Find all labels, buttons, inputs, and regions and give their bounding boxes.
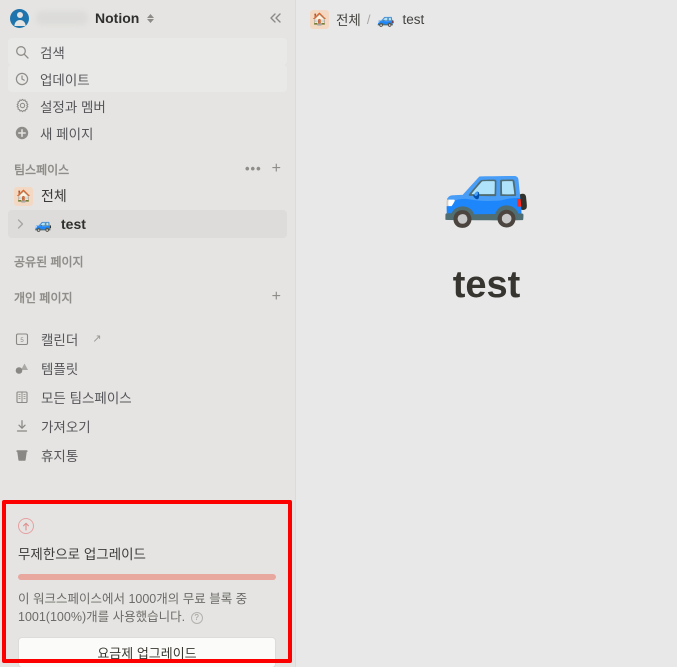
sidebar-item-all-teamspaces[interactable]: 모든 팀스페이스 (8, 382, 287, 411)
teamspace-section-header: 팀스페이스 ••• + (0, 156, 295, 182)
shared-pages-section-header: 공유된 페이지 (0, 248, 295, 274)
sidebar-item-label: 새 페이지 (40, 126, 94, 142)
breadcrumb-current-label: test (402, 11, 425, 27)
sidebar-item-label: 설정과 멤버 (40, 99, 106, 115)
breadcrumb-current[interactable]: 🚙 test (376, 11, 424, 28)
breadcrumb-root-label: 전체 (336, 13, 361, 28)
page-header-block: 🚙 test (296, 150, 677, 307)
chevron-right-icon[interactable] (14, 219, 26, 229)
sidebar-item-templates[interactable]: 템플릿 (8, 353, 287, 382)
main-content: 🏠 전체 / 🚙 test 🚙 test (296, 0, 677, 667)
sidebar-item-new-page[interactable]: 새 페이지 (8, 119, 287, 146)
question-circle-icon[interactable]: ? (190, 612, 203, 624)
car-emoji-icon: 🚙 (377, 10, 395, 27)
sidebar-item-import[interactable]: 가져오기 (8, 411, 287, 440)
templates-icon (14, 361, 30, 375)
page-car-emoji-icon[interactable]: 🚙 (442, 150, 532, 228)
utility-nav: 5 캘린더 ↗ 템플릿 모든 팀스페이스 가져오기 휴지통 (0, 324, 295, 469)
svg-text:5: 5 (20, 338, 24, 344)
chevron-up-down-icon (147, 13, 155, 23)
gear-icon (14, 98, 30, 114)
sidebar-item-label: 검색 (40, 45, 65, 61)
sidebar-page-all[interactable]: 🏠 전체 (8, 182, 287, 210)
sidebar-page-test[interactable]: 🚙 test (8, 210, 287, 238)
breadcrumb-separator: / (366, 11, 371, 27)
page-label: 전체 (41, 188, 67, 204)
plus-circle-icon (14, 125, 30, 141)
sidebar-item-label: 템플릿 (41, 361, 79, 377)
house-emoji-icon: 🏠 (14, 186, 33, 206)
building-icon (14, 390, 30, 404)
upgrade-banner: 무제한으로 업그레이드 이 워크스페이스에서 1000개의 무료 블록 중 10… (8, 508, 286, 667)
sidebar-item-label: 캘린더 (41, 332, 79, 348)
block-usage-text: 이 워크스페이스에서 1000개의 무료 블록 중 1001(100%)개를 사… (18, 590, 276, 626)
page-label: test (61, 216, 86, 232)
workspace-name-redacted (36, 11, 88, 25)
private-pages-section-header: 개인 페이지 + (0, 284, 295, 310)
notion-app-window: Notion 검색 업데이트 설정과 멤버 새 페이지 팀스페이스 ••• + … (0, 0, 677, 667)
house-emoji-icon: 🏠 (310, 9, 329, 29)
sidebar-item-label: 가져오기 (41, 419, 91, 435)
sidebar-item-label: 휴지통 (41, 448, 79, 464)
breadcrumb: 🏠 전체 / 🚙 test (296, 0, 677, 38)
external-link-icon: ↗ (92, 333, 102, 345)
breadcrumb-root[interactable]: 🏠 전체 (310, 9, 361, 29)
clock-icon (14, 71, 30, 87)
sidebar-item-label: 업데이트 (40, 72, 90, 88)
block-usage-progress-bar (18, 574, 276, 580)
shared-pages-label: 공유된 페이지 (14, 254, 84, 269)
import-icon (14, 419, 30, 433)
circle-up-arrow-icon (18, 518, 34, 534)
sidebar-item-calendar[interactable]: 5 캘린더 ↗ (8, 324, 287, 353)
sidebar-item-updates[interactable]: 업데이트 (8, 65, 287, 92)
sidebar-item-search[interactable]: 검색 (8, 38, 287, 65)
page-title[interactable]: test (453, 264, 521, 307)
workspace-name: Notion (95, 10, 140, 26)
private-pages-label: 개인 페이지 (14, 290, 73, 305)
ellipsis-icon[interactable]: ••• (245, 162, 262, 175)
sidebar-item-settings-members[interactable]: 설정과 멤버 (8, 92, 287, 119)
add-private-page-button[interactable]: + (272, 289, 281, 305)
sidebar: Notion 검색 업데이트 설정과 멤버 새 페이지 팀스페이스 ••• + … (0, 0, 296, 667)
add-teamspace-button[interactable]: + (272, 161, 281, 177)
upgrade-plan-button[interactable]: 요금제 업그레이드 (18, 637, 276, 667)
sidebar-item-label: 모든 팀스페이스 (41, 390, 132, 406)
workspace-switcher[interactable]: Notion (0, 0, 295, 36)
block-usage-message: 이 워크스페이스에서 1000개의 무료 블록 중 1001(100%)개를 사… (18, 592, 248, 624)
teamspace-page-list: 🏠 전체 🚙 test (0, 182, 295, 238)
car-emoji-icon: 🚙 (34, 215, 53, 232)
double-chevron-left-icon[interactable] (263, 6, 287, 30)
primary-nav: 검색 업데이트 설정과 멤버 새 페이지 (0, 36, 295, 146)
upgrade-title: 무제한으로 업그레이드 (18, 547, 146, 562)
trash-icon (14, 448, 30, 462)
sidebar-item-trash[interactable]: 휴지통 (8, 440, 287, 469)
search-icon (14, 44, 30, 60)
calendar-icon: 5 (14, 332, 30, 346)
teamspace-header-label: 팀스페이스 (14, 162, 70, 177)
person-avatar-icon (10, 8, 29, 28)
